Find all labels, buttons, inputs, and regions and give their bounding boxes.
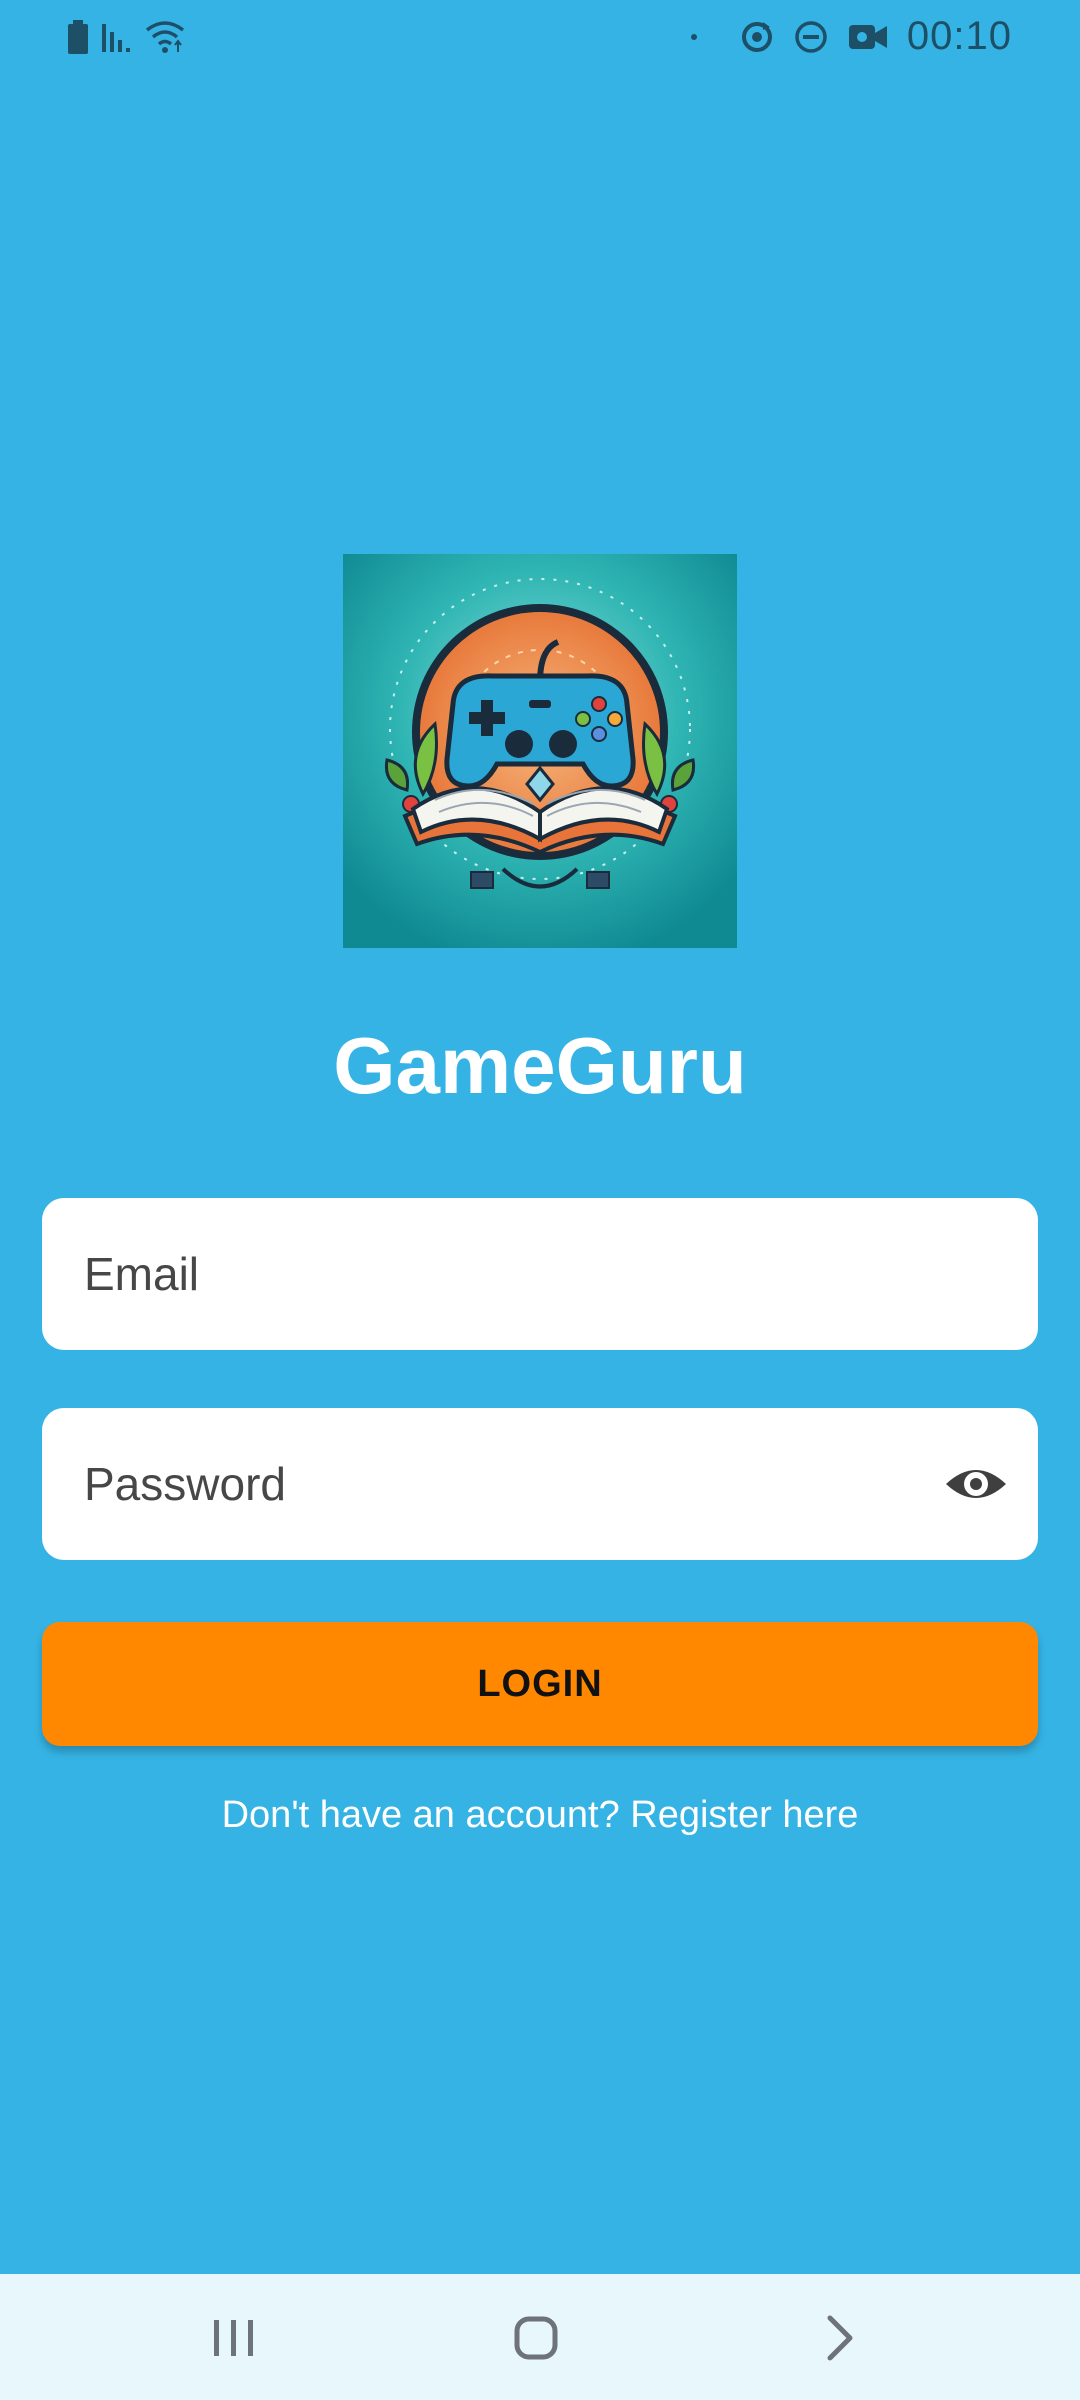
video-camera-icon bbox=[848, 24, 887, 49]
email-input[interactable] bbox=[84, 1198, 944, 1350]
password-input[interactable] bbox=[84, 1408, 944, 1560]
login-button[interactable]: LOGIN bbox=[42, 1622, 1038, 1746]
recent-apps-icon[interactable] bbox=[194, 2304, 274, 2370]
sync-icon bbox=[741, 21, 772, 52]
home-icon[interactable] bbox=[496, 2304, 576, 2370]
register-link[interactable]: Don't have an account? Register here bbox=[0, 1794, 1080, 1837]
back-icon[interactable] bbox=[800, 2304, 880, 2370]
do-not-disturb-icon bbox=[795, 20, 827, 53]
status-time: 00:10 bbox=[906, 14, 1012, 58]
status-bar-right: 00:10 bbox=[689, 14, 1012, 59]
app-title: GameGuru bbox=[333, 1021, 747, 1110]
dot-icon bbox=[690, 33, 697, 40]
wifi-icon bbox=[145, 21, 185, 53]
status-bar-left bbox=[66, 20, 186, 54]
status-bar: 00:10 bbox=[0, 0, 1080, 76]
login-screen: 00:10 GameGuru Email LOGIN Don't have an… bbox=[0, 0, 1080, 2400]
show-password-icon[interactable] bbox=[944, 1452, 1008, 1516]
battery-icon bbox=[68, 20, 88, 54]
navigation-bar bbox=[0, 2274, 1080, 2400]
signal-icon bbox=[102, 24, 130, 52]
password-field[interactable] bbox=[42, 1408, 1038, 1560]
app-logo bbox=[343, 554, 737, 948]
email-field[interactable] bbox=[42, 1198, 1038, 1350]
